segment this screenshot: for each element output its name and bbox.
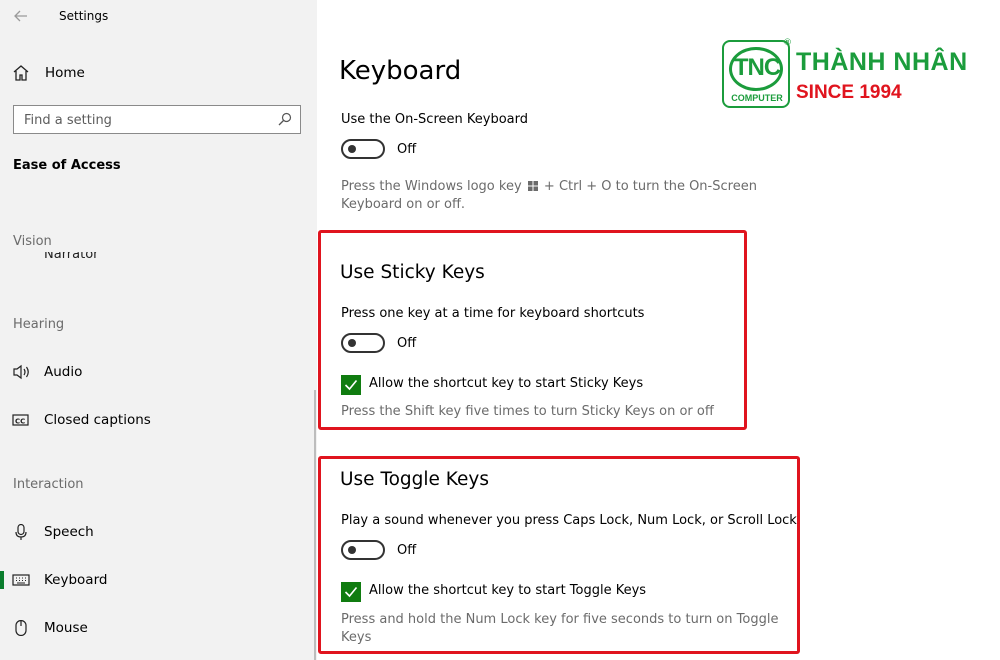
checkmark-icon: [344, 586, 358, 598]
toggle-keys-shortcut-checkbox[interactable]: [341, 582, 361, 602]
brand-watermark-logo: TNC COMPUTER ® THÀNH NHÂN SINCE 1994: [722, 38, 967, 110]
home-nav-item[interactable]: Home: [0, 58, 317, 88]
sticky-keys-description: Press the Shift key five times to turn S…: [341, 404, 714, 419]
onscreen-keyboard-label: Use the On-Screen Keyboard: [341, 112, 528, 127]
sticky-keys-toggle[interactable]: [341, 333, 385, 353]
search-box[interactable]: [13, 105, 301, 134]
brand-tagline: SINCE 1994: [796, 82, 902, 103]
sidebar: Settings Home Ease of Access Vision Narr…: [0, 0, 317, 660]
active-indicator: [0, 571, 4, 589]
toggle-keys-toggle-state: Off: [397, 543, 417, 558]
category-hearing: Hearing: [13, 317, 65, 332]
toggle-knob: [348, 339, 356, 347]
sticky-keys-highlight: [318, 230, 747, 430]
logo-subtext: COMPUTER: [731, 93, 783, 103]
cc-icon: CC: [12, 414, 29, 426]
sidebar-scrollbar[interactable]: [314, 390, 316, 660]
speaker-icon: [13, 364, 29, 380]
toggle-keys-label: Play a sound whenever you press Caps Loc…: [341, 513, 797, 528]
registered-mark-icon: ®: [783, 38, 792, 48]
sidebar-item-label: Audio: [44, 364, 83, 380]
sidebar-item-speech[interactable]: Speech: [0, 515, 317, 549]
sidebar-item-mouse[interactable]: Mouse: [0, 611, 317, 645]
sidebar-item-narrator-partial[interactable]: Narrator: [44, 252, 164, 261]
onscreen-keyboard-toggle[interactable]: [341, 139, 385, 159]
sticky-keys-toggle-state: Off: [397, 336, 417, 351]
back-button[interactable]: [9, 5, 33, 27]
toggle-keys-toggle[interactable]: [341, 540, 385, 560]
svg-text:CC: CC: [15, 418, 25, 426]
toggle-keys-checkbox-label: Allow the shortcut key to start Toggle K…: [369, 583, 647, 598]
home-icon: [13, 65, 29, 81]
back-arrow-icon: [14, 10, 27, 22]
sidebar-item-label: Keyboard: [44, 572, 108, 588]
microphone-icon: [15, 524, 27, 540]
toggle-knob: [348, 145, 356, 153]
category-interaction: Interaction: [13, 477, 84, 492]
sticky-keys-label: Press one key at a time for keyboard sho…: [341, 306, 645, 321]
toggle-keys-description: Press and hold the Num Lock key for five…: [341, 612, 779, 645]
logo-text: TNC: [733, 54, 781, 81]
brand-name: THÀNH NHÂN: [796, 48, 968, 76]
app-title: Settings: [59, 9, 109, 23]
settings-window: Settings Home Ease of Access Vision Narr…: [0, 0, 1000, 660]
mouse-icon: [15, 620, 27, 636]
section-title: Ease of Access: [13, 158, 121, 173]
onscreen-keyboard-description: Press the Windows logo key + Ctrl + O to…: [341, 179, 757, 212]
category-vision: Vision: [13, 234, 52, 249]
logo-badge: TNC COMPUTER: [722, 40, 790, 108]
checkmark-icon: [344, 379, 358, 391]
sidebar-item-closed-captions[interactable]: CC Closed captions: [0, 403, 317, 437]
home-label: Home: [45, 65, 85, 81]
sticky-keys-heading: Use Sticky Keys: [340, 262, 485, 283]
page-title: Keyboard: [339, 56, 462, 86]
search-input[interactable]: [24, 111, 274, 129]
keyboard-icon: [12, 574, 30, 586]
sidebar-item-label: Closed captions: [44, 412, 151, 428]
sidebar-item-keyboard[interactable]: Keyboard: [0, 563, 317, 597]
windows-logo-icon: [527, 181, 538, 191]
toggle-knob: [348, 546, 356, 554]
search-icon: [278, 112, 292, 126]
toggle-keys-heading: Use Toggle Keys: [340, 469, 489, 490]
onscreen-keyboard-toggle-state: Off: [397, 142, 417, 157]
sidebar-item-label: Speech: [44, 524, 94, 540]
sidebar-item-label: Mouse: [44, 620, 88, 636]
sticky-keys-checkbox-label: Allow the shortcut key to start Sticky K…: [369, 376, 644, 391]
sidebar-item-audio[interactable]: Audio: [0, 355, 317, 389]
sticky-keys-shortcut-checkbox[interactable]: [341, 375, 361, 395]
